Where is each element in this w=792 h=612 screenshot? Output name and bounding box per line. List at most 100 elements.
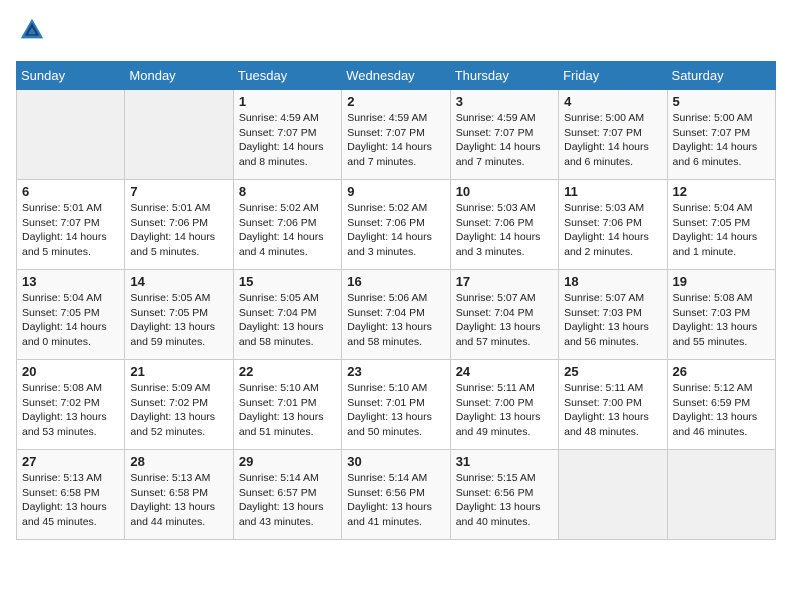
day-info: Sunrise: 5:07 AM Sunset: 7:03 PM Dayligh… — [564, 291, 661, 350]
calendar-cell: 26 Sunrise: 5:12 AM Sunset: 6:59 PM Dayli… — [667, 360, 775, 450]
day-number: 15 — [239, 274, 336, 289]
day-info: Sunrise: 5:11 AM Sunset: 7:00 PM Dayligh… — [456, 381, 553, 440]
day-number: 17 — [456, 274, 553, 289]
day-number: 25 — [564, 364, 661, 379]
calendar-cell: 5 Sunrise: 5:00 AM Sunset: 7:07 PM Daylig… — [667, 90, 775, 180]
week-row-1: 1 Sunrise: 4:59 AM Sunset: 7:07 PM Daylig… — [17, 90, 776, 180]
calendar-cell: 1 Sunrise: 4:59 AM Sunset: 7:07 PM Daylig… — [233, 90, 341, 180]
page-header — [16, 16, 776, 49]
day-info: Sunrise: 5:06 AM Sunset: 7:04 PM Dayligh… — [347, 291, 444, 350]
calendar-cell: 2 Sunrise: 4:59 AM Sunset: 7:07 PM Daylig… — [342, 90, 450, 180]
day-info: Sunrise: 5:01 AM Sunset: 7:07 PM Dayligh… — [22, 201, 119, 260]
day-number: 20 — [22, 364, 119, 379]
day-info: Sunrise: 5:02 AM Sunset: 7:06 PM Dayligh… — [239, 201, 336, 260]
day-number: 8 — [239, 184, 336, 199]
day-info: Sunrise: 5:09 AM Sunset: 7:02 PM Dayligh… — [130, 381, 227, 440]
day-info: Sunrise: 4:59 AM Sunset: 7:07 PM Dayligh… — [347, 111, 444, 170]
weekday-header-friday: Friday — [559, 62, 667, 90]
calendar-cell: 29Sunrise: 5:14 AM Sunset: 6:57 PM Dayli… — [233, 450, 341, 540]
day-number: 16 — [347, 274, 444, 289]
day-info: Sunrise: 5:01 AM Sunset: 7:06 PM Dayligh… — [130, 201, 227, 260]
calendar-cell — [667, 450, 775, 540]
day-number: 14 — [130, 274, 227, 289]
calendar-cell: 19Sunrise: 5:08 AM Sunset: 7:03 PM Dayli… — [667, 270, 775, 360]
day-number: 28 — [130, 454, 227, 469]
day-info: Sunrise: 4:59 AM Sunset: 7:07 PM Dayligh… — [456, 111, 553, 170]
calendar-cell — [17, 90, 125, 180]
day-number: 3 — [456, 94, 553, 109]
day-number: 1 — [239, 94, 336, 109]
day-info: Sunrise: 5:15 AM Sunset: 6:56 PM Dayligh… — [456, 471, 553, 530]
day-number: 27 — [22, 454, 119, 469]
day-info: Sunrise: 5:02 AM Sunset: 7:06 PM Dayligh… — [347, 201, 444, 260]
day-number: 2 — [347, 94, 444, 109]
weekday-header-saturday: Saturday — [667, 62, 775, 90]
day-info: Sunrise: 5:04 AM Sunset: 7:05 PM Dayligh… — [22, 291, 119, 350]
day-number: 12 — [673, 184, 770, 199]
day-number: 7 — [130, 184, 227, 199]
calendar-cell: 30 Sunrise: 5:14 AM Sunset: 6:56 PM Dayli… — [342, 450, 450, 540]
day-info: Sunrise: 5:12 AM Sunset: 6:59 PM Dayligh… — [673, 381, 770, 440]
day-number: 11 — [564, 184, 661, 199]
calendar-cell: 6 Sunrise: 5:01 AM Sunset: 7:07 PM Daylig… — [17, 180, 125, 270]
day-number: 31 — [456, 454, 553, 469]
day-number: 9 — [347, 184, 444, 199]
day-number: 18 — [564, 274, 661, 289]
calendar-cell: 11Sunrise: 5:03 AM Sunset: 7:06 PM Dayli… — [559, 180, 667, 270]
day-info: Sunrise: 5:10 AM Sunset: 7:01 PM Dayligh… — [239, 381, 336, 440]
calendar-cell: 27 Sunrise: 5:13 AM Sunset: 6:58 PM Dayli… — [17, 450, 125, 540]
day-number: 6 — [22, 184, 119, 199]
calendar-cell: 31 Sunrise: 5:15 AM Sunset: 6:56 PM Dayli… — [450, 450, 558, 540]
week-row-2: 6 Sunrise: 5:01 AM Sunset: 7:07 PM Daylig… — [17, 180, 776, 270]
day-info: Sunrise: 5:14 AM Sunset: 6:57 PM Dayligh… — [239, 471, 336, 530]
day-info: Sunrise: 4:59 AM Sunset: 7:07 PM Dayligh… — [239, 111, 336, 170]
day-info: Sunrise: 5:04 AM Sunset: 7:05 PM Dayligh… — [673, 201, 770, 260]
day-info: Sunrise: 5:00 AM Sunset: 7:07 PM Dayligh… — [673, 111, 770, 170]
calendar-cell: 21 Sunrise: 5:09 AM Sunset: 7:02 PM Dayli… — [125, 360, 233, 450]
calendar-cell: 14 Sunrise: 5:05 AM Sunset: 7:05 PM Dayli… — [125, 270, 233, 360]
week-row-3: 13 Sunrise: 5:04 AM Sunset: 7:05 PM Dayli… — [17, 270, 776, 360]
week-row-5: 27 Sunrise: 5:13 AM Sunset: 6:58 PM Dayli… — [17, 450, 776, 540]
day-info: Sunrise: 5:05 AM Sunset: 7:04 PM Dayligh… — [239, 291, 336, 350]
day-number: 30 — [347, 454, 444, 469]
day-info: Sunrise: 5:00 AM Sunset: 7:07 PM Dayligh… — [564, 111, 661, 170]
calendar-cell: 22Sunrise: 5:10 AM Sunset: 7:01 PM Dayli… — [233, 360, 341, 450]
day-number: 24 — [456, 364, 553, 379]
day-number: 13 — [22, 274, 119, 289]
weekday-header-row: SundayMondayTuesdayWednesdayThursdayFrid… — [17, 62, 776, 90]
weekday-header-tuesday: Tuesday — [233, 62, 341, 90]
calendar-cell: 25 Sunrise: 5:11 AM Sunset: 7:00 PM Dayli… — [559, 360, 667, 450]
day-number: 4 — [564, 94, 661, 109]
day-info: Sunrise: 5:14 AM Sunset: 6:56 PM Dayligh… — [347, 471, 444, 530]
calendar-cell: 3 Sunrise: 4:59 AM Sunset: 7:07 PM Daylig… — [450, 90, 558, 180]
week-row-4: 20 Sunrise: 5:08 AM Sunset: 7:02 PM Dayli… — [17, 360, 776, 450]
calendar-cell: 7 Sunrise: 5:01 AM Sunset: 7:06 PM Daylig… — [125, 180, 233, 270]
calendar-cell: 4 Sunrise: 5:00 AM Sunset: 7:07 PM Daylig… — [559, 90, 667, 180]
calendar-cell: 20 Sunrise: 5:08 AM Sunset: 7:02 PM Dayli… — [17, 360, 125, 450]
day-number: 21 — [130, 364, 227, 379]
calendar-cell: 13 Sunrise: 5:04 AM Sunset: 7:05 PM Dayli… — [17, 270, 125, 360]
calendar-cell: 10 Sunrise: 5:03 AM Sunset: 7:06 PM Dayli… — [450, 180, 558, 270]
day-info: Sunrise: 5:08 AM Sunset: 7:03 PM Dayligh… — [673, 291, 770, 350]
calendar-cell: 23Sunrise: 5:10 AM Sunset: 7:01 PM Dayli… — [342, 360, 450, 450]
day-number: 26 — [673, 364, 770, 379]
day-info: Sunrise: 5:08 AM Sunset: 7:02 PM Dayligh… — [22, 381, 119, 440]
calendar-cell: 28 Sunrise: 5:13 AM Sunset: 6:58 PM Dayli… — [125, 450, 233, 540]
calendar-cell: 15 Sunrise: 5:05 AM Sunset: 7:04 PM Dayli… — [233, 270, 341, 360]
day-number: 10 — [456, 184, 553, 199]
calendar-cell: 9 Sunrise: 5:02 AM Sunset: 7:06 PM Daylig… — [342, 180, 450, 270]
day-info: Sunrise: 5:11 AM Sunset: 7:00 PM Dayligh… — [564, 381, 661, 440]
logo-icon — [18, 16, 46, 44]
weekday-header-thursday: Thursday — [450, 62, 558, 90]
day-info: Sunrise: 5:03 AM Sunset: 7:06 PM Dayligh… — [456, 201, 553, 260]
calendar-cell — [559, 450, 667, 540]
weekday-header-wednesday: Wednesday — [342, 62, 450, 90]
day-number: 5 — [673, 94, 770, 109]
day-number: 23 — [347, 364, 444, 379]
day-info: Sunrise: 5:13 AM Sunset: 6:58 PM Dayligh… — [22, 471, 119, 530]
day-info: Sunrise: 5:05 AM Sunset: 7:05 PM Dayligh… — [130, 291, 227, 350]
logo — [16, 16, 50, 49]
day-info: Sunrise: 5:13 AM Sunset: 6:58 PM Dayligh… — [130, 471, 227, 530]
calendar-cell: 17Sunrise: 5:07 AM Sunset: 7:04 PM Dayli… — [450, 270, 558, 360]
calendar-body: 1 Sunrise: 4:59 AM Sunset: 7:07 PM Daylig… — [17, 90, 776, 540]
